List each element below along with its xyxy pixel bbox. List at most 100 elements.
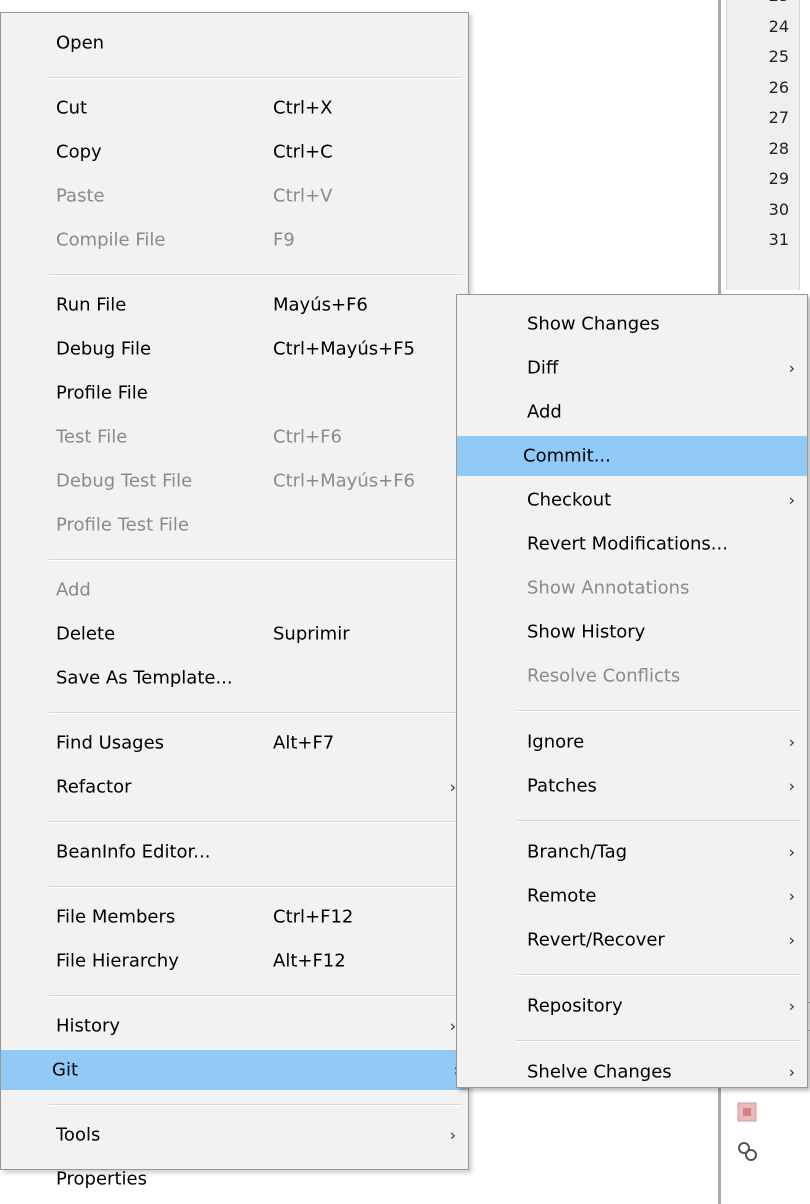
context-menu: Open Cut Ctrl+X Copy Ctrl+C Paste Ctrl+V Compil… (0, 12, 469, 1190)
menu-item-label: Paste (56, 185, 105, 207)
context-menu-item-debug-test-file: Debug Test File Ctrl+Mayús+F6 (5, 461, 464, 501)
menu-item-label: File Hierarchy (56, 950, 179, 972)
line-number: 30 (768, 199, 789, 219)
menu-separator (517, 1040, 801, 1042)
context-menu-item-refactor[interactable]: Refactor › (5, 767, 464, 807)
line-number: 26 (768, 77, 789, 97)
menu-item-label: Profile Test File (56, 514, 189, 536)
menu-item-label: Refactor (56, 776, 132, 798)
menu-separator (517, 974, 801, 976)
git-submenu-item-repository[interactable]: Repository › (461, 986, 803, 1026)
git-submenu-item-show-changes[interactable]: Show Changes (461, 304, 803, 344)
chevron-right-icon: › (788, 358, 795, 378)
menu-item-label: Copy (56, 141, 102, 163)
git-submenu-item-show-history[interactable]: Show History (461, 612, 803, 652)
context-menu-item-run-file[interactable]: Run File Mayús+F6 (5, 285, 464, 325)
git-submenu-item-remote[interactable]: Remote › (461, 876, 803, 916)
git-submenu-item-ignore[interactable]: Ignore › (461, 722, 803, 762)
menu-separator (49, 820, 462, 823)
line-number: 25 (768, 47, 789, 66)
line-number: 28 (768, 138, 789, 158)
chevron-right-icon: › (788, 996, 795, 1016)
menu-item-label: Compile File (56, 229, 166, 251)
settings-icon[interactable] (736, 1140, 758, 1162)
context-menu-item-history[interactable]: History › (5, 1006, 464, 1046)
menu-item-shortcut: Suprimir (273, 623, 350, 645)
line-number: 31 (768, 230, 789, 249)
menu-item-label: Resolve Conflicts (527, 665, 681, 687)
context-menu-item-profile-file[interactable]: Profile File (5, 373, 464, 413)
menu-item-label: File Members (56, 906, 176, 928)
git-submenu: Show Changes Diff › Add Commit... Checkout › Re… (456, 294, 808, 1088)
git-submenu-item-revert-recover[interactable]: Revert/Recover › (461, 920, 803, 960)
menu-item-shortcut: Ctrl+V (273, 185, 333, 207)
git-submenu-item-resolve-conflicts: Resolve Conflicts (461, 656, 803, 696)
menu-item-label: History (56, 1015, 121, 1037)
menu-item-label: Tools (56, 1124, 101, 1146)
git-submenu-item-show-annotations: Show Annotations (461, 568, 803, 608)
menu-item-label: Show History (527, 621, 646, 643)
chevron-right-icon: › (788, 930, 795, 950)
context-menu-item-file-hierarchy[interactable]: File Hierarchy Alt+F12 (5, 941, 464, 981)
menu-item-label: Remote (527, 885, 597, 907)
menu-item-label: Commit... (523, 445, 611, 467)
menu-item-label: Debug File (56, 338, 152, 360)
context-menu-item-debug-file[interactable]: Debug File Ctrl+Mayús+F5 (5, 329, 464, 369)
context-menu-item-cut[interactable]: Cut Ctrl+X (5, 88, 464, 128)
context-menu-item-find-usages[interactable]: Find Usages Alt+F7 (5, 723, 464, 763)
menu-separator (49, 558, 462, 561)
menu-item-shortcut: Ctrl+C (273, 141, 333, 163)
menu-separator (49, 1103, 462, 1106)
menu-item-label: Ignore (527, 731, 585, 753)
menu-item-label: Test File (56, 426, 128, 448)
menu-separator (49, 273, 462, 276)
menu-item-shortcut: F9 (273, 229, 295, 251)
context-menu-item-save-as-template[interactable]: Save As Template... (5, 658, 464, 698)
context-menu-item-paste: Paste Ctrl+V (5, 176, 464, 216)
context-menu-item-copy[interactable]: Copy Ctrl+C (5, 132, 464, 172)
menu-item-shortcut: Mayús+F6 (273, 294, 368, 316)
context-menu-item-properties[interactable]: Properties (5, 1159, 464, 1199)
chevron-right-icon: › (788, 490, 795, 510)
menu-separator (517, 820, 801, 822)
context-menu-item-file-members[interactable]: File Members Ctrl+F12 (5, 897, 464, 937)
menu-item-label: Show Changes (527, 313, 660, 335)
menu-item-shortcut: Alt+F7 (273, 732, 335, 754)
menu-item-label: Run File (56, 294, 127, 316)
chevron-right-icon: › (788, 842, 795, 862)
git-submenu-item-revert-modifications[interactable]: Revert Modifications... (461, 524, 803, 564)
git-submenu-item-patches[interactable]: Patches › (461, 766, 803, 806)
menu-item-label: BeanInfo Editor... (56, 841, 211, 863)
git-submenu-item-branch-tag[interactable]: Branch/Tag › (461, 832, 803, 872)
menu-item-label: Checkout (527, 489, 612, 511)
menu-separator (49, 711, 462, 714)
git-submenu-item-diff[interactable]: Diff › (461, 348, 803, 388)
git-submenu-item-commit[interactable]: Commit... (457, 436, 807, 476)
menu-item-label: Git (52, 1059, 79, 1081)
context-menu-item-git[interactable]: Git› (1, 1050, 468, 1090)
menu-item-shortcut: Ctrl+F6 (273, 426, 342, 448)
menu-item-shortcut: Ctrl+X (273, 97, 333, 119)
chevron-right-icon: › (449, 1125, 456, 1145)
menu-item-label: Debug Test File (56, 470, 193, 492)
context-menu-item-tools[interactable]: Tools › (5, 1115, 464, 1155)
menu-item-label: Properties (56, 1168, 147, 1190)
context-menu-item-test-file: Test File Ctrl+F6 (5, 417, 464, 457)
git-submenu-item-checkout[interactable]: Checkout › (461, 480, 803, 520)
menu-item-label: Save As Template... (56, 667, 233, 689)
stop-icon[interactable] (736, 1101, 758, 1123)
line-number: 27 (768, 108, 789, 127)
context-menu-item-open[interactable]: Open (5, 23, 464, 63)
menu-item-label: Show Annotations (527, 577, 690, 599)
context-menu-item-beaninfo-editor[interactable]: BeanInfo Editor... (5, 832, 464, 872)
context-menu-item-profile-test-file: Profile Test File (5, 505, 464, 545)
menu-item-label: Shelve Changes (527, 1061, 672, 1083)
git-submenu-item-add[interactable]: Add (461, 392, 803, 432)
git-submenu-item-shelve-changes[interactable]: Shelve Changes › (461, 1052, 803, 1092)
menu-item-label: Cut (56, 97, 88, 119)
menu-item-label: Revert/Recover (527, 929, 665, 951)
menu-item-label: Add (56, 579, 91, 601)
menu-item-label: Open (56, 32, 105, 54)
menu-item-shortcut: Alt+F12 (273, 950, 346, 972)
context-menu-item-delete[interactable]: Delete Suprimir (5, 614, 464, 654)
